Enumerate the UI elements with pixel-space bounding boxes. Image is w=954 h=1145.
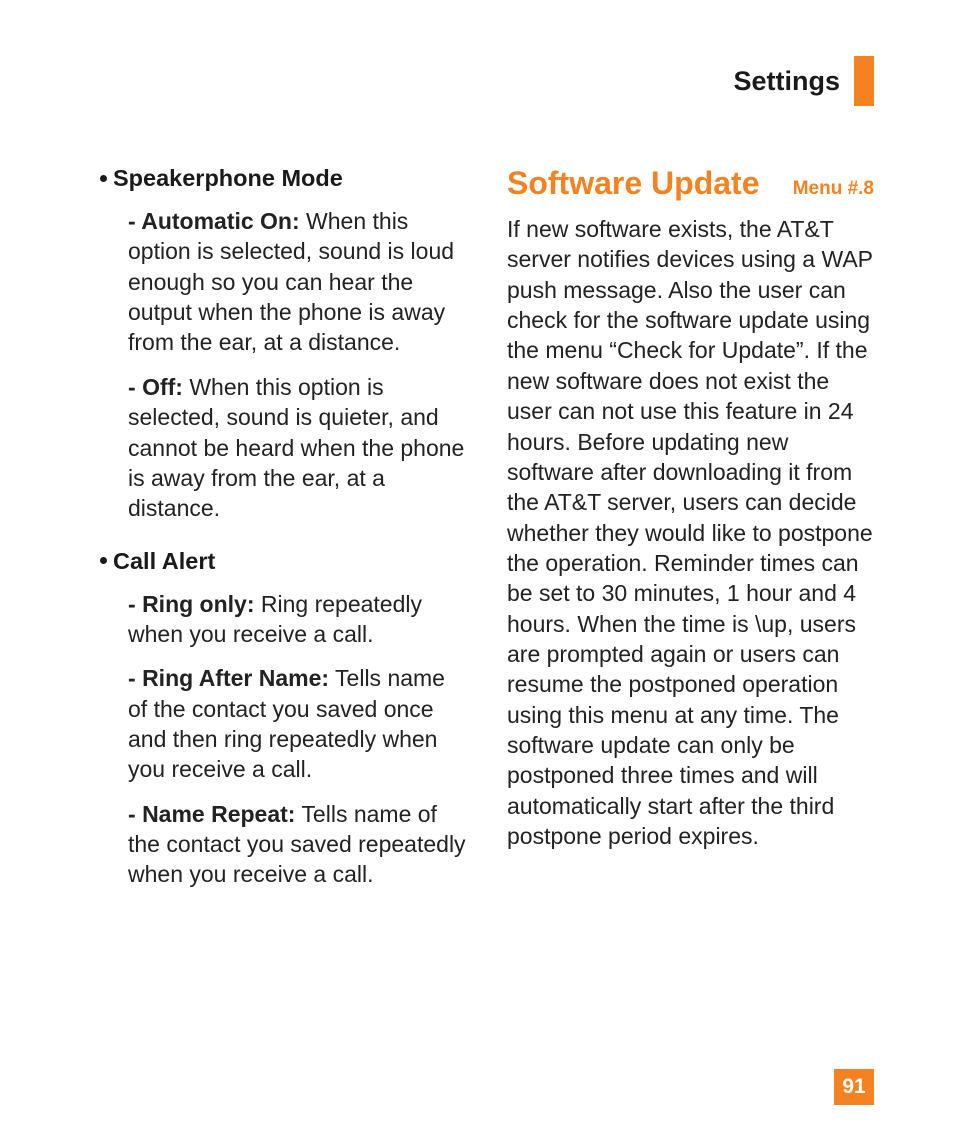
left-column: Speakerphone Mode - Automatic On: When t… [100,165,467,914]
list-item: - Off: When this option is selected, sou… [128,372,467,524]
list-item: - Automatic On: When this option is sele… [128,206,467,358]
dash-icon: - [128,665,142,691]
section-heading-row: Software Update Menu #.8 [507,165,874,202]
page-header: Settings [733,56,874,106]
dash-icon: - [128,591,142,617]
title-text: Speakerphone Mode [113,165,343,191]
page-number: 91 [834,1069,874,1105]
speakerphone-mode-block: Speakerphone Mode - Automatic On: When t… [100,165,467,524]
bullet-icon [100,557,107,564]
option-label: Ring After Name: [142,665,329,691]
section-name: Settings [733,66,840,97]
call-alert-title: Call Alert [100,548,467,575]
title-text: Call Alert [113,548,215,574]
option-label: Automatic On: [141,208,299,234]
call-alert-options: - Ring only: Ring repeatedly when you re… [128,589,467,890]
list-item: - Ring After Name: Tells name of the con… [128,663,467,784]
speakerphone-options: - Automatic On: When this option is sele… [128,206,467,524]
list-item: - Ring only: Ring repeatedly when you re… [128,589,467,650]
right-column: Software Update Menu #.8 If new software… [507,165,874,914]
accent-bar [854,56,874,106]
option-label: Name Repeat: [142,801,295,827]
dash-icon: - [128,801,142,827]
call-alert-block: Call Alert - Ring only: Ring repeatedly … [100,548,467,890]
dash-icon: - [128,374,142,400]
bullet-icon [100,175,107,182]
list-item: - Name Repeat: Tells name of the contact… [128,799,467,890]
option-label: Ring only: [142,591,254,617]
speakerphone-mode-title: Speakerphone Mode [100,165,467,192]
content-columns: Speakerphone Mode - Automatic On: When t… [100,165,874,914]
software-update-heading: Software Update [507,165,759,202]
option-label: Off: [142,374,183,400]
software-update-paragraph: If new software exists, the AT&T server … [507,214,874,852]
menu-reference: Menu #.8 [793,178,874,200]
manual-page: Settings Speakerphone Mode - Automatic O… [0,0,954,1145]
dash-icon: - [128,208,141,234]
